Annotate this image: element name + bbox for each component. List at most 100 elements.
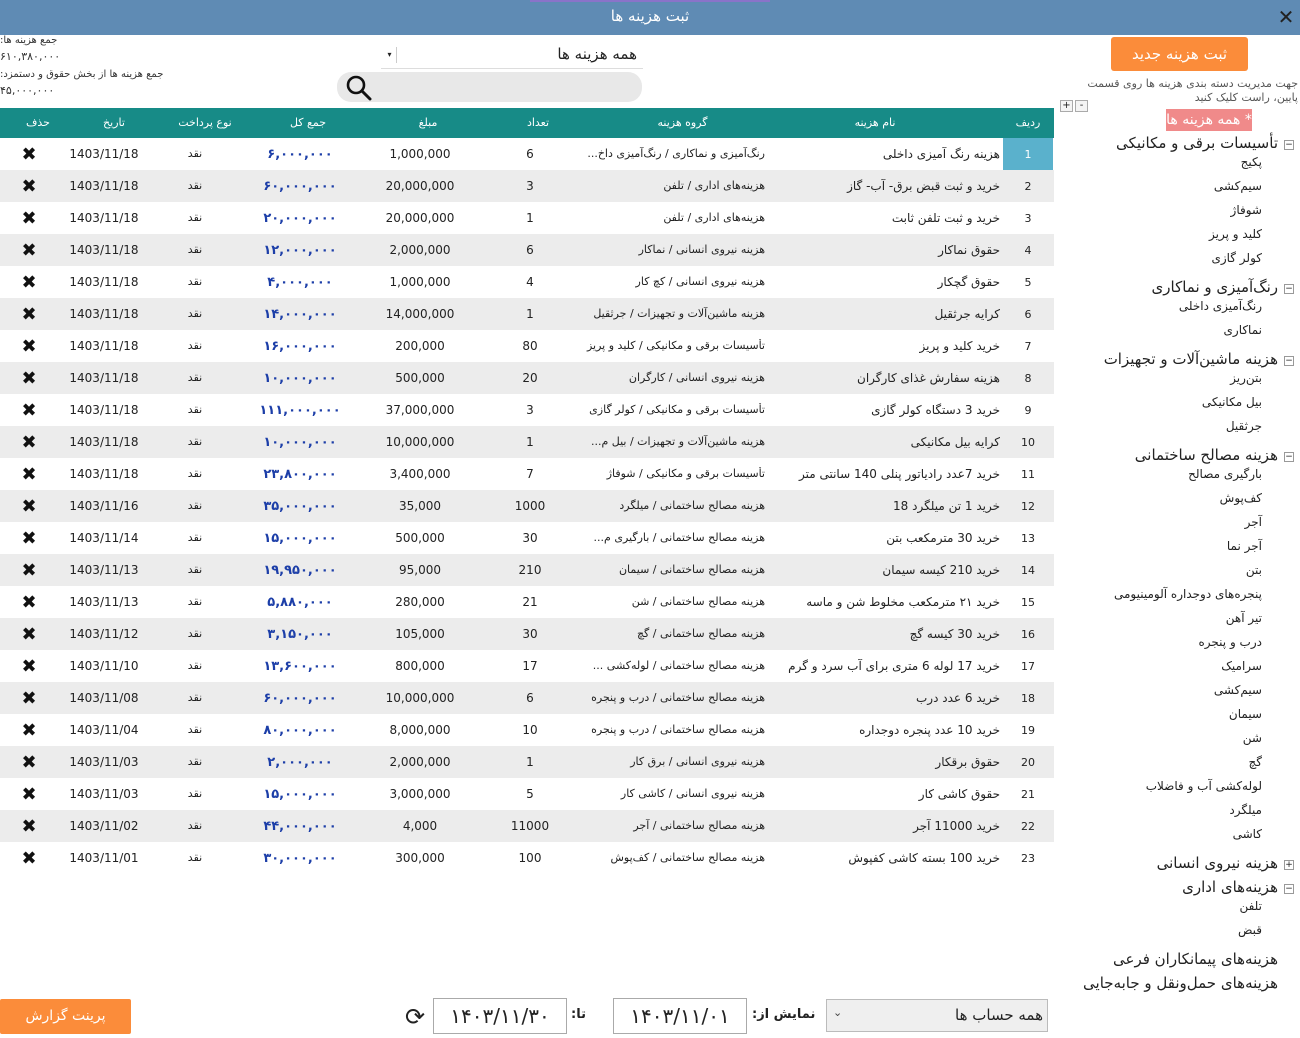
header-idx[interactable]: ردیف <box>1003 116 1053 129</box>
collapse-icon[interactable]: − <box>1284 284 1294 294</box>
tree-category[interactable]: تأسیسات برقی و مکانیکی <box>1116 134 1278 152</box>
tree-item[interactable]: میلگرد <box>1229 803 1262 817</box>
tree-item[interactable]: کلید و پریز <box>1209 227 1262 241</box>
delete-icon[interactable]: ✖ <box>14 368 44 389</box>
delete-icon[interactable]: ✖ <box>14 784 44 805</box>
tree-category[interactable]: هزینه‌های پیمانکاران فرعی <box>1113 950 1278 968</box>
header-pay[interactable]: نوع پرداخت <box>165 116 245 129</box>
table-row[interactable]: 4 حقوق نماکار هزینه نیروی انسانی / نماکار 6… <box>0 234 1054 266</box>
table-row[interactable]: 3 خرید و ثبت تلفن ثابت هزینه‌های اداری / ت… <box>0 202 1054 234</box>
tree-item[interactable]: سیمان <box>1229 707 1262 721</box>
table-row[interactable]: 16 خرید 30 کیسه گچ هزینه مصالح ساختمانی / … <box>0 618 1054 650</box>
table-row[interactable]: 12 خرید 1 تن میلگرد 18 هزینه مصالح ساختمان… <box>0 490 1054 522</box>
table-row[interactable]: 10 کرایه بیل مکانیکی هزینه ماشین‌آلات و تج… <box>0 426 1054 458</box>
table-row[interactable]: 6 کرایه جرثقیل هزینه ماشین‌آلات و تجهیزات … <box>0 298 1054 330</box>
tree-item[interactable]: درب و پنجره <box>1199 635 1262 649</box>
tree-category[interactable]: هزینه نیروی انسانی <box>1157 854 1278 872</box>
table-row[interactable]: 19 خرید 10 عدد پنجره دوجداره هزینه مصالح س… <box>0 714 1054 746</box>
table-row[interactable]: 9 خرید 3 دستگاه کولر گازی تأسیسات برقی و م… <box>0 394 1054 426</box>
tree-category[interactable]: هزینه‌های اداری <box>1182 878 1278 896</box>
tree-item[interactable]: سیم‌کشی <box>1214 179 1262 193</box>
header-total[interactable]: جمع کل <box>248 116 368 129</box>
tree-category[interactable]: رنگ‌آمیزی و نماکاری <box>1152 278 1278 296</box>
delete-icon[interactable]: ✖ <box>14 304 44 325</box>
delete-icon[interactable]: ✖ <box>14 464 44 485</box>
search-box[interactable] <box>337 72 642 102</box>
tree-item[interactable]: رنگ‌آمیزی داخلی <box>1179 299 1262 313</box>
collapse-icon[interactable]: − <box>1284 140 1294 150</box>
tree-item[interactable]: کولر گازی <box>1211 251 1262 265</box>
table-row[interactable]: 21 حقوق کاشی کار هزینه نیروی انسانی / کاشی… <box>0 778 1054 810</box>
collapse-icon[interactable]: − <box>1284 356 1294 366</box>
delete-icon[interactable]: ✖ <box>14 656 44 677</box>
table-row[interactable]: 20 حقوق برقکار هزینه نیروی انسانی / برق کا… <box>0 746 1054 778</box>
tree-item[interactable]: تلفن <box>1239 899 1262 913</box>
table-row[interactable]: 17 خرید 17 لوله 6 متری برای آب سرد و گرم ه… <box>0 650 1054 682</box>
table-row[interactable]: 15 خرید ۲۱ مترمکعب مخلوط شن و ماسه هزینه م… <box>0 586 1054 618</box>
new-expense-button[interactable]: ثبت هزینه جدید <box>1111 37 1248 71</box>
table-row[interactable]: 7 خرید کلید و پریز تأسیسات برقی و مکانیکی … <box>0 330 1054 362</box>
tree-item[interactable]: تیر آهن <box>1226 611 1262 625</box>
delete-icon[interactable]: ✖ <box>14 400 44 421</box>
table-row[interactable]: 23 خرید 100 بسته کاشی کفپوش هزینه مصالح سا… <box>0 842 1054 874</box>
category-tree[interactable]: * همه هزینه ها * تأسیسات برقی و مکانیکی −… <box>1056 108 1300 998</box>
delete-icon[interactable]: ✖ <box>14 592 44 613</box>
tree-category[interactable]: هزینه‌های حمل‌ونقل و جابه‌جایی <box>1083 974 1278 992</box>
expand-icon[interactable]: + <box>1284 860 1294 870</box>
tree-item[interactable]: گچ <box>1249 755 1262 769</box>
tree-category[interactable]: هزینه ماشین‌آلات و تجهیزات <box>1104 350 1278 368</box>
print-report-button[interactable]: پرینت گزارش <box>0 999 131 1034</box>
delete-icon[interactable]: ✖ <box>14 144 44 165</box>
collapse-icon[interactable]: − <box>1284 452 1294 462</box>
delete-icon[interactable]: ✖ <box>14 624 44 645</box>
delete-icon[interactable]: ✖ <box>14 528 44 549</box>
tree-item[interactable]: بتن <box>1246 563 1262 577</box>
header-date[interactable]: تاریخ <box>68 116 160 129</box>
delete-icon[interactable]: ✖ <box>14 496 44 517</box>
table-row[interactable]: 22 خرید 11000 آجر هزینه مصالح ساختمانی / آ… <box>0 810 1054 842</box>
tree-item[interactable]: کاشی <box>1233 827 1262 841</box>
delete-icon[interactable]: ✖ <box>14 272 44 293</box>
from-date-field[interactable]: ۱۴۰۳/۱۱/۰۱ <box>613 998 747 1034</box>
tree-item[interactable]: آجر نما <box>1227 539 1262 553</box>
header-name[interactable]: نام هزینه <box>790 116 960 129</box>
table-row[interactable]: 11 خرید 7عدد رادیاتور پنلی 140 سانتی متر ت… <box>0 458 1054 490</box>
tree-item[interactable]: بیل مکانیکی <box>1202 395 1262 409</box>
header-amount[interactable]: مبلغ <box>368 116 488 129</box>
collapse-icon[interactable]: − <box>1284 884 1294 894</box>
table-row[interactable]: 18 خرید 6 عدد درب هزینه مصالح ساختمانی / د… <box>0 682 1054 714</box>
tree-item[interactable]: قبض <box>1238 923 1262 937</box>
tree-item[interactable]: شوفاژ <box>1231 203 1262 217</box>
table-row[interactable]: 2 خرید و ثبت قبض برق- آب- گاز هزینه‌های اد… <box>0 170 1054 202</box>
delete-icon[interactable]: ✖ <box>14 688 44 709</box>
tree-item[interactable]: جرثقیل <box>1226 419 1262 433</box>
tree-item[interactable]: سیم‌کشی <box>1214 683 1262 697</box>
tree-item[interactable]: بتن‌ریز <box>1230 371 1262 385</box>
delete-icon[interactable]: ✖ <box>14 176 44 197</box>
header-del[interactable]: حذف <box>20 116 56 129</box>
tree-root-all-expenses[interactable]: * همه هزینه ها * <box>1166 109 1252 150</box>
tree-item[interactable]: شن <box>1243 731 1262 745</box>
search-input[interactable] <box>379 76 634 98</box>
delete-icon[interactable]: ✖ <box>14 432 44 453</box>
delete-icon[interactable]: ✖ <box>14 848 44 869</box>
tree-item[interactable]: کف‌پوش <box>1220 491 1262 505</box>
tree-item[interactable]: پکیج <box>1241 155 1262 169</box>
tree-category[interactable]: هزینه مصالح ساختمانی <box>1135 446 1278 464</box>
expense-filter-select[interactable]: ▾ همه هزینه ها <box>381 41 643 69</box>
table-row[interactable]: 13 خرید 30 مترمکعب بتن هزینه مصالح ساختمان… <box>0 522 1054 554</box>
tree-item[interactable]: پنجره‌های دوجداره آلومینیومی <box>1114 587 1262 601</box>
tree-item[interactable]: لوله‌کشی آب و فاضلاب <box>1146 779 1262 793</box>
to-date-field[interactable]: ۱۴۰۳/۱۱/۳۰ <box>433 998 567 1034</box>
tree-item[interactable]: نماکاری <box>1224 323 1263 337</box>
tree-item[interactable]: آجر <box>1245 515 1262 529</box>
delete-icon[interactable]: ✖ <box>14 816 44 837</box>
delete-icon[interactable]: ✖ <box>14 720 44 741</box>
table-row[interactable]: 5 حقوق گچکار هزینه نیروی انسانی / کچ کار 4 1… <box>0 266 1054 298</box>
header-count[interactable]: تعداد <box>498 116 578 129</box>
table-row[interactable]: 8 هزینه سفارش غذای کارگران هزینه نیروی انس… <box>0 362 1054 394</box>
chevron-down-icon[interactable]: ▾ <box>383 47 397 63</box>
delete-icon[interactable]: ✖ <box>14 752 44 773</box>
table-row[interactable]: 14 خرید 210 کیسه سیمان هزینه مصالح ساختمان… <box>0 554 1054 586</box>
delete-icon[interactable]: ✖ <box>14 240 44 261</box>
